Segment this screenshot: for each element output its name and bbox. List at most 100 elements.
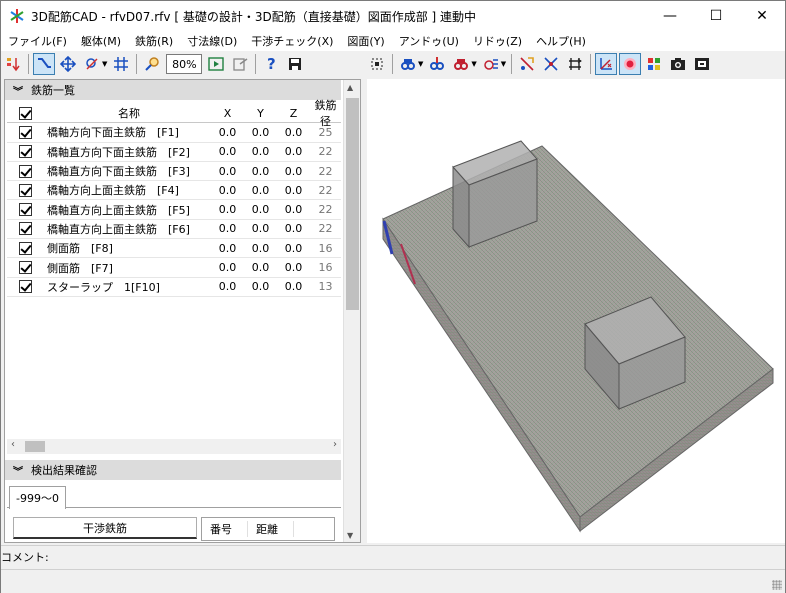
- row-checkbox[interactable]: [18, 222, 32, 236]
- target-icon[interactable]: [619, 53, 642, 75]
- row-checkbox[interactable]: [18, 203, 32, 217]
- zoom-tool-icon[interactable]: [141, 53, 163, 75]
- find-icon[interactable]: [397, 53, 419, 75]
- menu-redo[interactable]: リドゥ(Z): [466, 33, 529, 49]
- toolbar-separator: [511, 54, 513, 74]
- menu-interference[interactable]: 干渉チェック(X): [244, 33, 340, 49]
- help-icon[interactable]: ?: [260, 53, 282, 75]
- rebar-cross-icon[interactable]: [540, 53, 562, 75]
- axis-icon[interactable]: [595, 53, 618, 75]
- horizontal-scroll-thumb[interactable]: [25, 441, 45, 452]
- table-row[interactable]: 橋軸直方向下面主鉄筋 [F3] 0.0 0.0 0.0 22: [7, 162, 341, 182]
- table-row[interactable]: 側面筋 [F8] 0.0 0.0 0.0 16: [7, 239, 341, 259]
- rebar-x: 0.0: [218, 125, 237, 139]
- zoom-level-field[interactable]: 80%: [166, 54, 203, 74]
- grid-icon[interactable]: [110, 53, 132, 75]
- scroll-up-icon[interactable]: ▲: [347, 83, 353, 92]
- rebar-select-icon[interactable]: [516, 53, 538, 75]
- table-row[interactable]: 橋軸直方向上面主鉄筋 [F5] 0.0 0.0 0.0 22: [7, 200, 341, 220]
- move-icon[interactable]: [57, 53, 79, 75]
- sort-icon[interactable]: [2, 53, 24, 75]
- select-tool-icon[interactable]: [33, 53, 55, 75]
- minimize-button[interactable]: —: [647, 1, 693, 31]
- row-checkbox[interactable]: [18, 145, 32, 159]
- rebar-table-header: 名称 X Y Z 鉄筋径: [7, 99, 341, 128]
- col-distance[interactable]: 距離: [248, 521, 294, 537]
- scroll-down-icon[interactable]: ▼: [347, 531, 353, 540]
- row-checkbox[interactable]: [18, 125, 32, 139]
- menu-dimension[interactable]: 寸法線(D): [180, 33, 244, 49]
- vertical-scroll-thumb[interactable]: [346, 98, 359, 310]
- col-x[interactable]: X: [211, 107, 244, 120]
- save-icon[interactable]: [284, 53, 306, 75]
- rotate-icon[interactable]: [81, 53, 103, 75]
- rebar-x: 0.0: [218, 164, 237, 178]
- camera-icon[interactable]: [667, 53, 689, 75]
- menu-structure[interactable]: 躯体(M): [74, 33, 128, 49]
- fit-view-icon[interactable]: [366, 53, 388, 75]
- maximize-button[interactable]: ☐: [693, 1, 739, 31]
- rebar-list-header[interactable]: ︾ 鉄筋一覧: [5, 80, 341, 100]
- table-row[interactable]: 側面筋 [F7] 0.0 0.0 0.0 16: [7, 258, 341, 278]
- palette-icon[interactable]: [643, 53, 665, 75]
- tab-range[interactable]: -999〜0: [9, 486, 66, 509]
- close-button[interactable]: ✕: [739, 1, 785, 31]
- menu-help[interactable]: ヘルプ(H): [529, 33, 593, 49]
- layer-icon[interactable]: [480, 53, 502, 75]
- rebar-z: 0.0: [284, 145, 303, 159]
- toolbar-separator: [590, 54, 592, 74]
- rebar-diameter: 22: [318, 145, 333, 159]
- export-icon[interactable]: [229, 53, 251, 75]
- menu-drawing[interactable]: 図面(Y): [340, 33, 391, 49]
- table-row[interactable]: 橋軸方向下面主鉄筋 [F1] 0.0 0.0 0.0 25: [7, 123, 341, 143]
- play-icon[interactable]: [205, 53, 227, 75]
- col-name[interactable]: 名称: [43, 105, 211, 121]
- rebar-x: 0.0: [218, 241, 237, 255]
- collapse-chevron-icon[interactable]: ︾: [13, 83, 23, 98]
- result-tab-strip: -999〜0: [7, 486, 341, 509]
- menu-file[interactable]: ファイル(F): [1, 33, 74, 49]
- rebar-diameter: 22: [318, 203, 333, 217]
- rebar-y: 0.0: [251, 241, 270, 255]
- left-toolbar: ▼ 80% ?: [1, 51, 363, 77]
- dimension-icon[interactable]: [564, 53, 586, 75]
- find-next-icon[interactable]: [426, 53, 448, 75]
- table-row[interactable]: スターラップ 1[F10] 0.0 0.0 0.0 13: [7, 278, 341, 297]
- row-checkbox[interactable]: [18, 261, 32, 275]
- col-z[interactable]: Z: [277, 107, 310, 120]
- table-row[interactable]: 橋軸直方向上面主鉄筋 [F6] 0.0 0.0 0.0 22: [7, 220, 341, 240]
- col-y[interactable]: Y: [244, 107, 277, 120]
- rebar-name: 橋軸直方向上面主鉄筋 [F5]: [47, 203, 190, 217]
- row-checkbox[interactable]: [18, 241, 32, 255]
- check-result-header[interactable]: ︾ 検出結果確認: [5, 460, 341, 480]
- rebar-z: 0.0: [284, 203, 303, 217]
- comment-label: コメント:: [1, 550, 49, 564]
- video-icon[interactable]: [691, 53, 713, 75]
- row-checkbox[interactable]: [18, 280, 32, 294]
- row-checkbox[interactable]: [18, 164, 32, 178]
- find-all-icon[interactable]: [450, 53, 472, 75]
- rebar-y: 0.0: [251, 164, 270, 178]
- rebar-x: 0.0: [218, 203, 237, 217]
- table-row[interactable]: 橋軸直方向下面主鉄筋 [F2] 0.0 0.0 0.0 22: [7, 143, 341, 162]
- col-number[interactable]: 番号: [202, 521, 248, 537]
- horizontal-scrollbar[interactable]: ‹ ›: [7, 439, 341, 454]
- 3d-viewport[interactable]: [367, 79, 785, 543]
- row-checkbox[interactable]: [18, 183, 32, 197]
- table-row[interactable]: 橋軸方向上面主鉄筋 [F4] 0.0 0.0 0.0 22: [7, 181, 341, 201]
- toolbar-separator: [392, 54, 393, 74]
- 3d-model-canvas[interactable]: [367, 79, 785, 543]
- menu-rebar[interactable]: 鉄筋(R): [128, 33, 180, 49]
- resize-grip-icon[interactable]: [772, 580, 782, 590]
- app-window: 3D配筋CAD - rfvD07.rfv [ 基礎の設計・3D配筋（直接基礎）図…: [0, 0, 786, 593]
- col-diameter[interactable]: 鉄筋径: [310, 97, 341, 129]
- interference-rebar-button[interactable]: 干渉鉄筋: [13, 517, 197, 539]
- rebar-z: 0.0: [284, 261, 303, 275]
- scroll-left-icon[interactable]: ‹: [11, 439, 15, 450]
- scroll-right-icon[interactable]: ›: [333, 439, 337, 450]
- vertical-scrollbar[interactable]: ▲ ▼: [343, 80, 360, 542]
- collapse-chevron-icon[interactable]: ︾: [13, 463, 23, 478]
- select-all-checkbox[interactable]: [18, 106, 32, 120]
- menu-undo[interactable]: アンドゥ(U): [392, 33, 466, 49]
- toolbar-separator: [28, 54, 29, 74]
